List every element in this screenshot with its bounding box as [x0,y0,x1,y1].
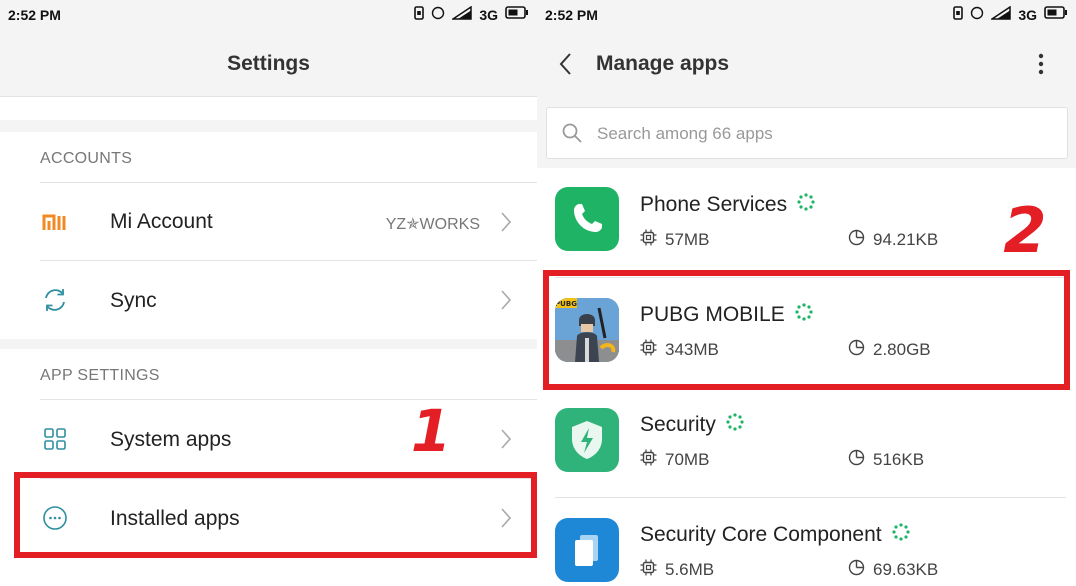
status-icons: 3G [414,5,529,25]
search-placeholder: Search among 66 apps [597,124,773,143]
app-name: Phone Services [640,193,815,217]
circle-status-icon [431,6,445,25]
app-cache-value: 2.80GB [873,340,931,359]
status-time: 2:52 PM [545,7,598,23]
status-time: 2:52 PM [8,7,61,23]
settings-screen: 2:52 PM 3G Settings ACCOUNTS Mi Account … [0,0,537,586]
app-name: Security [640,413,744,437]
phone-icon [555,187,619,251]
app-cache: 2.80GB [848,339,931,361]
app-size: 57MB [640,229,709,251]
section-separator [0,339,537,349]
app-size-value: 57MB [665,230,710,249]
title-bar: Manage apps [537,30,1076,96]
app-list-item[interactable]: PUBG PUBG MOBILE 343MB 2.80GB [537,278,1076,388]
mi-account-label: Mi Account [110,210,213,233]
app-name-text: Phone Services [640,193,788,216]
chevron-right-icon [499,428,513,450]
pie-clock-icon [848,229,865,251]
app-name: PUBG MOBILE [640,303,813,327]
app-cache: 69.63KB [848,559,938,581]
circle-status-icon [970,6,984,25]
sync-icon [40,285,70,315]
pie-clock-icon [848,449,865,471]
app-settings-section-header: APP SETTINGS [40,367,160,384]
pie-clock-icon [848,339,865,361]
sim-icon [953,5,964,25]
signal-icon [989,5,1012,25]
loading-spinner-icon [797,193,815,217]
app-cache-value: 69.63KB [873,560,939,579]
pubg-icon: PUBG [555,298,619,362]
more-options-icon[interactable] [1034,52,1048,78]
installed-apps-row[interactable]: Installed apps [0,479,537,557]
chip-storage-icon [640,559,657,581]
loading-spinner-icon [726,413,744,437]
app-cache-value: 516KB [873,450,925,469]
sync-row[interactable]: Sync [0,261,537,339]
status-icons: 3G [953,5,1068,25]
signal-icon [450,5,473,25]
section-separator [0,120,537,132]
page-title: Manage apps [596,52,730,75]
security-core-icon [555,518,619,582]
app-size-value: 70MB [665,450,710,469]
chip-storage-icon [640,449,657,471]
app-size: 5.6MB [640,559,714,581]
app-name-text: Security [640,413,716,436]
app-name: Security Core Component [640,523,910,547]
battery-icon [505,6,529,24]
sim-icon [414,5,425,25]
loading-spinner-icon [795,303,813,327]
sync-label: Sync [110,289,157,312]
system-apps-row[interactable]: System apps [0,400,537,478]
mi-account-value: YZ✯WORKS [385,216,480,233]
back-arrow-icon[interactable] [555,51,579,77]
manage-apps-screen: 2:52 PM 3G Manage apps Search among 66 a… [537,0,1076,586]
app-cache: 94.21KB [848,229,938,251]
search-input[interactable]: Search among 66 apps [546,107,1068,159]
svg-text:PUBG: PUBG [555,300,577,308]
battery-icon [1044,6,1068,24]
app-size: 70MB [640,449,709,471]
mi-account-row[interactable]: Mi Account YZ✯WORKS [0,183,537,260]
app-size-value: 5.6MB [665,560,715,579]
app-name-text: Security Core Component [640,523,882,546]
chevron-right-icon [499,507,513,529]
app-cache-value: 94.21KB [873,230,939,249]
more-dots-circle-icon [40,503,70,533]
network-type: 3G [1018,7,1037,23]
loading-spinner-icon [892,523,910,547]
app-name-text: PUBG MOBILE [640,303,785,326]
app-size: 343MB [640,339,719,361]
status-bar: 2:52 PM 3G [537,0,1076,30]
app-cache: 516KB [848,449,924,471]
mi-logo-icon [40,207,70,237]
app-list-item[interactable]: Phone Services 57MB 94.21KB [537,168,1076,278]
pie-clock-icon [848,559,865,581]
installed-apps-label: Installed apps [110,507,240,530]
chip-storage-icon [640,229,657,251]
search-icon [561,122,583,149]
page-title: Settings [227,52,310,75]
network-type: 3G [479,7,498,23]
status-bar: 2:52 PM 3G [0,0,537,30]
security-shield-icon [555,408,619,472]
system-apps-label: System apps [110,428,232,451]
chevron-right-icon [499,289,513,311]
grid-icon [40,424,70,454]
app-list-item[interactable]: Security Core Component 5.6MB 69.63KB [537,498,1076,586]
app-list-item[interactable]: Security 70MB 516KB [537,388,1076,498]
chip-storage-icon [640,339,657,361]
chevron-right-icon [499,211,513,233]
app-size-value: 343MB [665,340,719,359]
title-bar: Settings [0,30,537,97]
accounts-section-header: ACCOUNTS [40,150,133,167]
